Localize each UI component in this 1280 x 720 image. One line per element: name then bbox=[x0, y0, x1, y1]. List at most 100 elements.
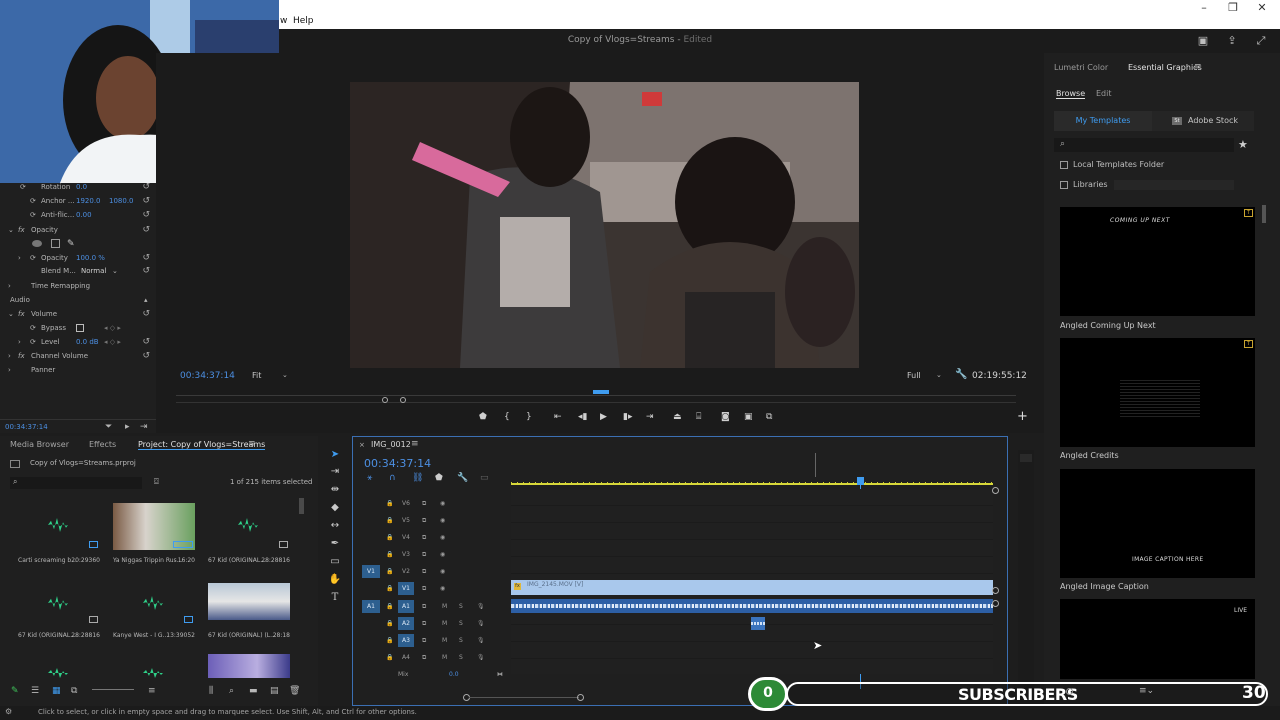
find-icon[interactable]: ⌕ bbox=[229, 686, 234, 696]
mark-in-icon[interactable]: { bbox=[504, 412, 510, 422]
tab-lumetri-color[interactable]: Lumetri Color bbox=[1054, 63, 1108, 72]
template-thumbnail[interactable]: LIVE bbox=[1060, 599, 1255, 679]
timeline-playhead[interactable] bbox=[857, 477, 864, 485]
slider-handle[interactable] bbox=[1066, 688, 1073, 695]
audio-clip-a1[interactable] bbox=[511, 599, 993, 613]
settings-wrench-icon[interactable]: 🔧 bbox=[457, 473, 468, 483]
sort-icon[interactable]: ≡ bbox=[148, 686, 156, 696]
extract-icon[interactable]: ⌸ bbox=[696, 412, 701, 422]
scrub-bar[interactable] bbox=[176, 395, 1016, 396]
time-ruler[interactable] bbox=[511, 482, 993, 485]
lock-icon[interactable]: 🔒 bbox=[386, 534, 393, 541]
scroll-handle[interactable] bbox=[992, 487, 999, 494]
menu-help[interactable]: Help bbox=[293, 16, 314, 26]
panel-menu-icon[interactable]: ≡ bbox=[248, 439, 256, 449]
template-thumbnail[interactable]: COMING UP NEXT T bbox=[1060, 207, 1255, 316]
fx-row-volume[interactable]: ⌄ fx Volume ↺ bbox=[0, 307, 156, 321]
eye-icon[interactable]: ◉ bbox=[440, 517, 445, 524]
freeform-view-icon[interactable]: ⧉ bbox=[71, 686, 77, 696]
ellipse-mask-icon[interactable] bbox=[32, 240, 42, 247]
sync-lock-icon[interactable]: ⧉ bbox=[422, 517, 426, 525]
tab-essential-graphics[interactable]: Essential Graphics bbox=[1128, 63, 1202, 72]
rectangle-tool-icon[interactable]: ▭ bbox=[328, 555, 342, 569]
type-tool-icon[interactable]: T bbox=[328, 591, 342, 605]
tab-edit[interactable]: Edit bbox=[1096, 89, 1112, 98]
snap-icon[interactable]: ∩ bbox=[389, 473, 396, 483]
minimize-icon[interactable]: – bbox=[1192, 1, 1216, 14]
lock-icon[interactable]: 🔒 bbox=[386, 620, 393, 627]
project-scrollbar[interactable] bbox=[299, 498, 304, 514]
template-thumbnail[interactable]: IMAGE CAPTION HERE bbox=[1060, 469, 1255, 578]
track-target-a3[interactable]: A3 bbox=[398, 634, 414, 647]
panel-scrollbar[interactable] bbox=[1262, 205, 1266, 223]
fullscreen-icon[interactable]: ⤢ bbox=[1254, 34, 1268, 48]
scroll-handle[interactable] bbox=[992, 587, 999, 594]
fx-row-panner[interactable]: › Panner bbox=[0, 363, 156, 377]
mix-end-icon[interactable]: ⧓ bbox=[497, 671, 503, 678]
scroll-handle[interactable] bbox=[992, 600, 999, 607]
project-clip-thumb[interactable] bbox=[208, 654, 290, 678]
step-forward-icon[interactable]: ▮▸ bbox=[623, 412, 632, 422]
add-marker-icon[interactable]: ⬟ bbox=[435, 473, 443, 483]
anchor-y-value[interactable]: 1080.0 bbox=[109, 194, 134, 208]
play-icon[interactable]: ▶ bbox=[600, 412, 607, 422]
fx-row-opacity-header[interactable]: ⌄ fx Opacity ↺ bbox=[0, 223, 156, 237]
reset-icon[interactable]: ↺ bbox=[142, 335, 150, 349]
play-audio-icon[interactable]: ▸ bbox=[125, 420, 130, 434]
project-search-input[interactable]: ⌕ bbox=[10, 477, 142, 489]
eye-icon[interactable]: ◉ bbox=[440, 585, 445, 592]
lock-icon[interactable]: 🔒 bbox=[386, 637, 393, 644]
track-target-v1[interactable]: V1 bbox=[398, 582, 414, 595]
fx-row-channel-volume[interactable]: › fx Channel Volume ↺ bbox=[0, 349, 156, 363]
tab-media-browser[interactable]: Media Browser bbox=[10, 440, 69, 449]
sync-lock-icon[interactable]: ⧉ bbox=[422, 551, 426, 559]
sync-lock-icon[interactable]: ⧉ bbox=[422, 568, 426, 576]
mark-out-icon[interactable]: } bbox=[526, 412, 532, 422]
close-icon[interactable]: ✕ bbox=[1250, 1, 1274, 14]
tab-project[interactable]: Project: Copy of Vlogs=Streams bbox=[138, 440, 266, 450]
sort-icon[interactable]: ≡⌄ bbox=[1139, 686, 1154, 696]
eye-icon[interactable]: ◉ bbox=[440, 534, 445, 541]
fx-timecode[interactable]: 00:34:37:14 bbox=[5, 420, 48, 434]
timeline-timecode[interactable]: 00:34:37:14 bbox=[364, 457, 431, 470]
program-timecode[interactable]: 00:34:37:14 bbox=[180, 371, 235, 381]
sync-lock-icon[interactable]: ⧉ bbox=[422, 585, 426, 593]
pen-tool-icon[interactable]: ✒ bbox=[328, 537, 342, 551]
slip-tool-icon[interactable]: ↔ bbox=[328, 519, 342, 533]
panel-menu-icon[interactable]: ≡ bbox=[411, 439, 419, 449]
lock-icon[interactable]: 🔒 bbox=[386, 517, 393, 524]
mute-button[interactable]: M bbox=[442, 620, 447, 627]
libraries-checkbox[interactable] bbox=[1060, 181, 1068, 189]
mute-button[interactable]: M bbox=[442, 603, 447, 610]
video-clip[interactable]: fx IMG_2145.MOV [V] bbox=[511, 580, 993, 595]
tab-browse[interactable]: Browse bbox=[1056, 89, 1086, 99]
track-select-tool-icon[interactable]: ⇥ bbox=[328, 465, 342, 479]
audio-clip-a2[interactable] bbox=[751, 617, 765, 630]
fx-row-time-remapping[interactable]: › Time Remapping bbox=[0, 279, 156, 293]
solo-button[interactable]: S bbox=[459, 637, 463, 644]
zoom-bar[interactable] bbox=[176, 402, 1016, 403]
anchor-x-value[interactable]: 1920.0 bbox=[76, 194, 101, 208]
track-target-a2[interactable]: A2 bbox=[398, 617, 414, 630]
add-marker-icon[interactable]: ⬟ bbox=[479, 412, 487, 422]
icon-view-icon[interactable]: ▦ bbox=[52, 686, 61, 696]
step-back-icon[interactable]: ◂▮ bbox=[578, 412, 587, 422]
zoom-scrollbar[interactable] bbox=[469, 697, 579, 698]
ripple-edit-tool-icon[interactable]: ⇹ bbox=[328, 483, 342, 497]
tab-my-templates[interactable]: My Templates bbox=[1054, 111, 1152, 131]
sync-lock-icon[interactable]: ⧉ bbox=[422, 534, 426, 542]
antiflicker-value[interactable]: 0.00 bbox=[76, 208, 92, 222]
pen-mask-icon[interactable]: ✎ bbox=[67, 237, 75, 251]
reset-icon[interactable]: ↺ bbox=[142, 194, 150, 208]
camera-icon[interactable]: ◙ bbox=[721, 412, 730, 422]
source-patch-v1[interactable]: V1 bbox=[362, 565, 380, 578]
button-editor-icon[interactable]: + bbox=[1017, 409, 1028, 424]
lock-icon[interactable]: 🔒 bbox=[386, 568, 393, 575]
eye-icon[interactable]: ◉ bbox=[440, 551, 445, 558]
solo-button[interactable]: S bbox=[459, 620, 463, 627]
star-icon[interactable]: ★ bbox=[1238, 138, 1248, 151]
lock-icon[interactable]: 🔒 bbox=[386, 551, 393, 558]
mix-value[interactable]: 0.0 bbox=[449, 671, 459, 678]
list-view-icon[interactable]: ☰ bbox=[31, 686, 39, 696]
program-video-frame[interactable] bbox=[350, 82, 859, 368]
